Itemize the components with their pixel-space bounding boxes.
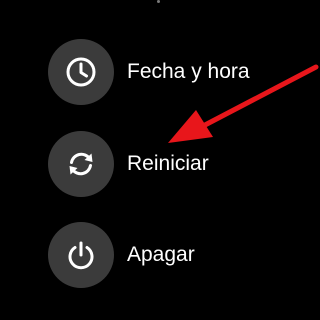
- page-indicator-dot: [157, 0, 160, 3]
- menu-item-power-off[interactable]: Apagar: [48, 222, 288, 288]
- menu-item-date-time[interactable]: Fecha y hora: [48, 39, 288, 105]
- restart-label: Reiniciar: [127, 152, 209, 175]
- date-time-icon-button[interactable]: [48, 39, 114, 105]
- restart-icon-button[interactable]: [48, 131, 114, 197]
- date-time-label: Fecha y hora: [127, 60, 250, 83]
- power-off-icon-button[interactable]: [48, 222, 114, 288]
- menu-item-restart[interactable]: Reiniciar: [48, 131, 288, 197]
- restart-icon: [69, 152, 93, 176]
- clock-icon: [66, 57, 96, 87]
- power-icon: [68, 241, 94, 270]
- power-menu-screen: Fecha y hora Reiniciar Apagar: [0, 0, 320, 320]
- power-off-label: Apagar: [127, 243, 195, 266]
